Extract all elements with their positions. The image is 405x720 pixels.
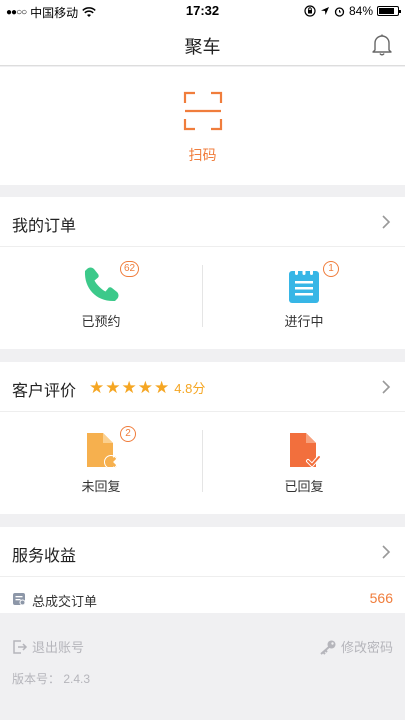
replied-label: 已回复	[284, 479, 324, 494]
chevron-right-icon[interactable]	[381, 545, 391, 559]
scan-section[interactable]: 扫码	[0, 67, 405, 185]
rating-stars: ★ ★ ★ ★ ★ 4.8分	[89, 378, 205, 397]
battery-percent: 84%	[348, 4, 373, 18]
file-check-icon	[290, 433, 321, 468]
booked-label: 已预约	[81, 314, 121, 329]
total-orders-row: 总成交订单 566	[0, 577, 405, 619]
scan-icon[interactable]	[183, 91, 223, 131]
notepad-icon	[289, 268, 319, 303]
unreplied-label: 未回复	[81, 479, 121, 494]
star-icon: ★	[89, 378, 105, 397]
star-icon: ★	[121, 378, 137, 397]
order-list-icon	[13, 593, 26, 606]
orientation-lock-icon	[304, 5, 316, 17]
unreplied-reviews[interactable]: 2 未回复	[0, 412, 202, 514]
income-card: 服务收益 总成交订单 566	[0, 527, 405, 613]
logout-button[interactable]: 退出账号	[12, 637, 84, 656]
status-right: 84%	[304, 4, 401, 18]
in-progress-badge: 1	[323, 261, 339, 277]
chevron-right-icon[interactable]	[381, 380, 391, 394]
star-icon: ★	[154, 378, 170, 397]
status-bar: ●●○○ 中国移动 17:32 84%	[0, 0, 405, 22]
orders-header[interactable]: 我的订单	[0, 197, 405, 247]
change-password-label: 修改密码	[340, 640, 393, 655]
in-progress-label: 进行中	[284, 314, 324, 329]
logout-label: 退出账号	[32, 640, 85, 655]
booked-orders[interactable]: 62 已预约	[0, 247, 202, 349]
battery-level	[379, 8, 395, 14]
orders-card: 我的订单 62 已预约 1 进行中	[0, 197, 405, 349]
booked-badge: 62	[120, 261, 140, 277]
battery-icon	[377, 6, 401, 16]
page-title: 聚车	[184, 37, 221, 57]
reviews-card: 客户评价 ★ ★ ★ ★ ★ 4.8分 2 未回复 已回复	[0, 362, 405, 514]
version-text: 版本号： 2.4.3	[12, 672, 91, 686]
alarm-icon	[334, 6, 345, 17]
chevron-right-icon[interactable]	[381, 215, 391, 229]
income-title: 服务收益	[12, 548, 77, 565]
nav-bar: 聚车	[0, 22, 405, 66]
income-header[interactable]: 服务收益	[0, 527, 405, 577]
scan-label[interactable]: 扫码	[0, 145, 405, 165]
star-icon: ★	[137, 378, 153, 397]
file-x-icon	[87, 433, 118, 469]
in-progress-orders[interactable]: 1 进行中	[203, 247, 405, 349]
logout-icon	[13, 639, 28, 654]
key-icon	[320, 640, 336, 655]
orders-title: 我的订单	[12, 218, 77, 235]
reviews-title: 客户评价	[12, 383, 77, 400]
total-orders-label: 总成交订单	[32, 594, 98, 609]
location-icon	[320, 7, 329, 15]
star-icon: ★	[105, 378, 121, 397]
change-password-button[interactable]: 修改密码	[319, 637, 393, 656]
phone-icon	[84, 267, 119, 302]
bell-icon[interactable]	[371, 32, 393, 56]
total-orders-value: 566	[369, 590, 393, 606]
replied-reviews[interactable]: 已回复	[203, 412, 405, 514]
rating-score: 4.8分	[174, 381, 206, 396]
unreplied-badge: 2	[120, 426, 136, 442]
reviews-header[interactable]: 客户评价 ★ ★ ★ ★ ★ 4.8分	[0, 362, 405, 412]
